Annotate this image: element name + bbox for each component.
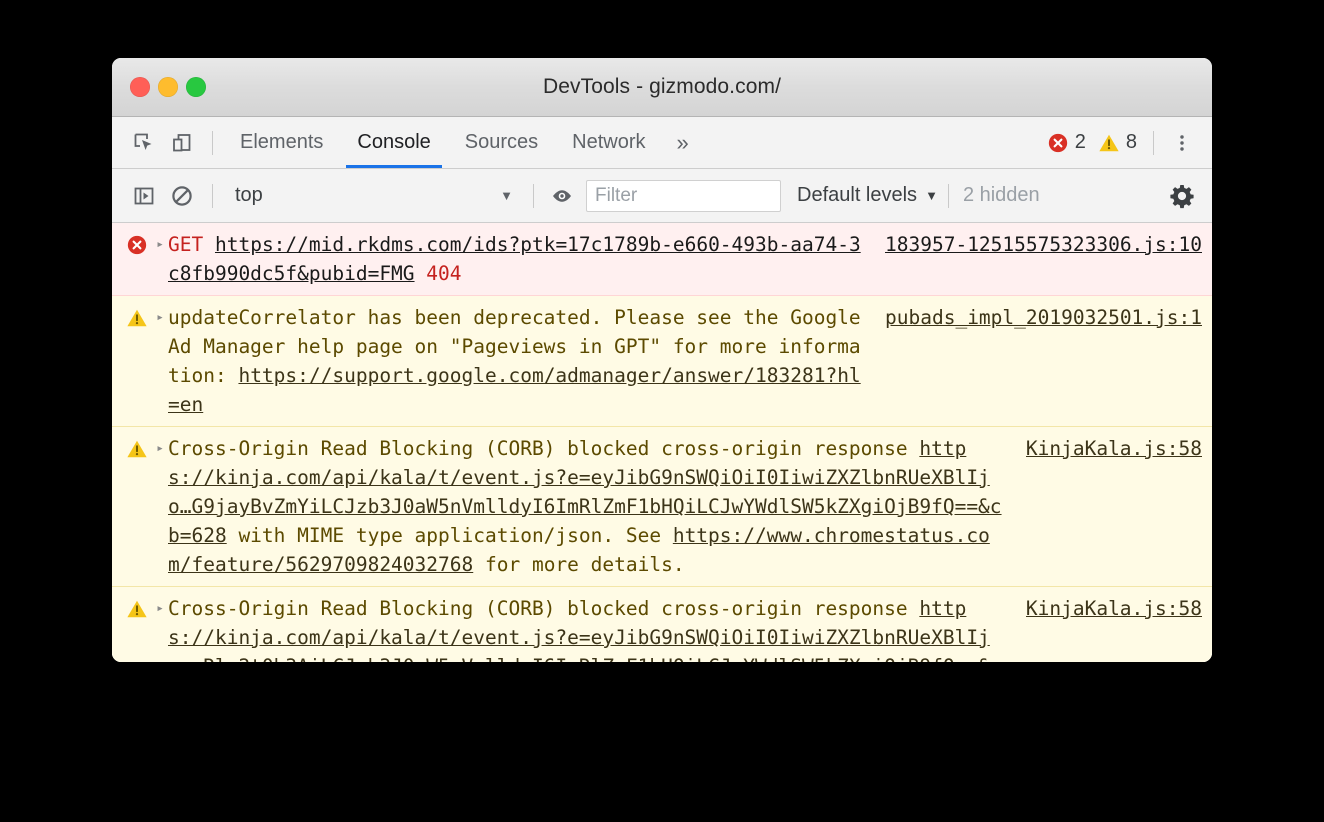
source-location-link[interactable]: pubads_impl_2019032501.js:1 — [885, 303, 1202, 332]
minimize-window-button[interactable] — [158, 77, 178, 97]
console-message-content: updateCorrelator has been deprecated. Pl… — [168, 303, 1202, 419]
warning-triangle-icon — [124, 434, 150, 463]
console-message-warning[interactable]: ▸ Cross-Origin Read Blocking (CORB) bloc… — [112, 587, 1212, 662]
console-toolbar: top ▼ Default levels ▼ 2 hidden — [112, 169, 1212, 223]
log-levels-label: Default levels — [797, 184, 918, 206]
corb-text-before: Cross-Origin Read Blocking (CORB) blocke… — [168, 437, 920, 460]
expand-triangle-icon[interactable]: ▸ — [152, 434, 168, 463]
maximize-window-button[interactable] — [186, 77, 206, 97]
tab-elements-label: Elements — [240, 131, 324, 153]
issue-counts[interactable]: 2 8 — [1047, 131, 1143, 154]
live-expression-button[interactable] — [544, 178, 580, 214]
corb-text-after: for more details. — [473, 553, 685, 576]
devtools-tab-bar: Elements Console Sources Network » 2 8 — [112, 117, 1212, 169]
title-bar: DevTools - gizmodo.com/ — [112, 58, 1212, 117]
tab-network-label: Network — [572, 131, 646, 153]
screen: DevTools - gizmodo.com/ Elements Console… — [0, 0, 1324, 822]
console-message-body: Cross-Origin Read Blocking (CORB) blocke… — [168, 434, 1012, 579]
console-settings-button[interactable] — [1164, 178, 1200, 214]
console-toolbar-divider-3 — [947, 183, 949, 208]
filter-input[interactable] — [586, 179, 781, 212]
inspect-element-icon — [134, 133, 152, 150]
help-url-link[interactable]: https://support.google.com/admanager/ans… — [168, 364, 861, 416]
chevron-down-icon: ▼ — [925, 188, 938, 203]
log-levels-selector[interactable]: Default levels ▼ — [797, 184, 938, 207]
console-message-error[interactable]: ▸ GET https://mid.rkdms.com/ids?ptk=17c1… — [112, 223, 1212, 296]
console-toolbar-divider-1 — [212, 183, 213, 208]
console-toolbar-divider-2 — [533, 183, 534, 208]
error-circle-icon — [124, 230, 150, 259]
panel-tabs: Elements Console Sources Network » — [223, 117, 703, 168]
device-toolbar-icon — [173, 133, 191, 151]
clear-console-button[interactable] — [164, 178, 200, 214]
hidden-messages-count[interactable]: 2 hidden — [963, 184, 1040, 207]
source-location-link[interactable]: 183957-12515575323306.js:10 — [885, 230, 1202, 259]
console-toolbar-right — [1164, 178, 1212, 214]
status-code: 404 — [426, 262, 462, 285]
console-message-body: Cross-Origin Read Blocking (CORB) blocke… — [168, 594, 1012, 662]
tab-sources-label: Sources — [464, 131, 539, 153]
console-message-content: Cross-Origin Read Blocking (CORB) blocke… — [168, 594, 1202, 662]
request-method: GET — [168, 233, 204, 256]
devtools-menu-button[interactable] — [1164, 125, 1200, 161]
warning-triangle-icon — [1099, 134, 1119, 151]
request-url-link[interactable]: https://mid.rkdms.com/ids?ptk=17c1789b-e… — [168, 233, 861, 285]
window-controls — [130, 77, 206, 97]
close-window-button[interactable] — [130, 77, 150, 97]
expand-triangle-icon[interactable]: ▸ — [152, 594, 168, 623]
source-location-link[interactable]: KinjaKala.js:58 — [1026, 594, 1202, 623]
error-circle-icon — [1048, 133, 1067, 152]
inspect-element-button[interactable] — [126, 125, 162, 161]
error-count: 2 — [1074, 131, 1086, 153]
console-sidebar-toggle-icon — [134, 187, 154, 204]
corb-text-before: Cross-Origin Read Blocking (CORB) blocke… — [168, 597, 920, 620]
device-toolbar-button[interactable] — [164, 125, 200, 161]
chevron-down-icon: ▼ — [500, 188, 513, 203]
tab-elements[interactable]: Elements — [223, 117, 340, 168]
console-message-content: GET https://mid.rkdms.com/ids?ptk=17c178… — [168, 230, 1202, 288]
more-tabs-button[interactable]: » — [663, 117, 703, 168]
warning-count: 8 — [1125, 131, 1137, 153]
console-message-content: Cross-Origin Read Blocking (CORB) blocke… — [168, 434, 1202, 579]
console-message-body: GET https://mid.rkdms.com/ids?ptk=17c178… — [168, 230, 871, 288]
execution-context-selector[interactable]: top ▼ — [223, 179, 523, 213]
console-message-list[interactable]: ▸ GET https://mid.rkdms.com/ids?ptk=17c1… — [112, 223, 1212, 662]
tab-network[interactable]: Network — [555, 117, 662, 168]
window-title: DevTools - gizmodo.com/ — [542, 75, 782, 98]
clear-console-icon — [172, 185, 192, 206]
console-message-warning[interactable]: ▸ updateCorrelator has been deprecated. … — [112, 296, 1212, 427]
status-divider — [1153, 130, 1154, 155]
warning-triangle-icon — [124, 303, 150, 332]
tab-sources[interactable]: Sources — [448, 117, 555, 168]
kebab-menu-icon — [1180, 134, 1184, 151]
toolbar-divider — [212, 130, 213, 155]
devtools-window: DevTools - gizmodo.com/ Elements Console… — [112, 58, 1212, 662]
console-message-body: updateCorrelator has been deprecated. Pl… — [168, 303, 871, 419]
console-sidebar-toggle-button[interactable] — [126, 178, 162, 214]
source-location-link[interactable]: KinjaKala.js:58 — [1026, 434, 1202, 463]
expand-triangle-icon[interactable]: ▸ — [152, 230, 168, 259]
tab-console[interactable]: Console — [340, 117, 447, 168]
execution-context-value: top — [235, 184, 263, 206]
tab-console-label: Console — [357, 131, 431, 153]
settings-gear-icon — [1170, 184, 1194, 208]
expand-triangle-icon[interactable]: ▸ — [152, 303, 168, 332]
console-message-warning[interactable]: ▸ Cross-Origin Read Blocking (CORB) bloc… — [112, 427, 1212, 587]
more-tabs-icon: » — [676, 129, 689, 155]
warning-triangle-icon — [124, 594, 150, 623]
tab-bar-status: 2 8 — [1047, 125, 1212, 161]
live-expression-eye-icon — [553, 189, 571, 202]
corb-text-mid: with MIME type application/json. See — [226, 524, 673, 547]
